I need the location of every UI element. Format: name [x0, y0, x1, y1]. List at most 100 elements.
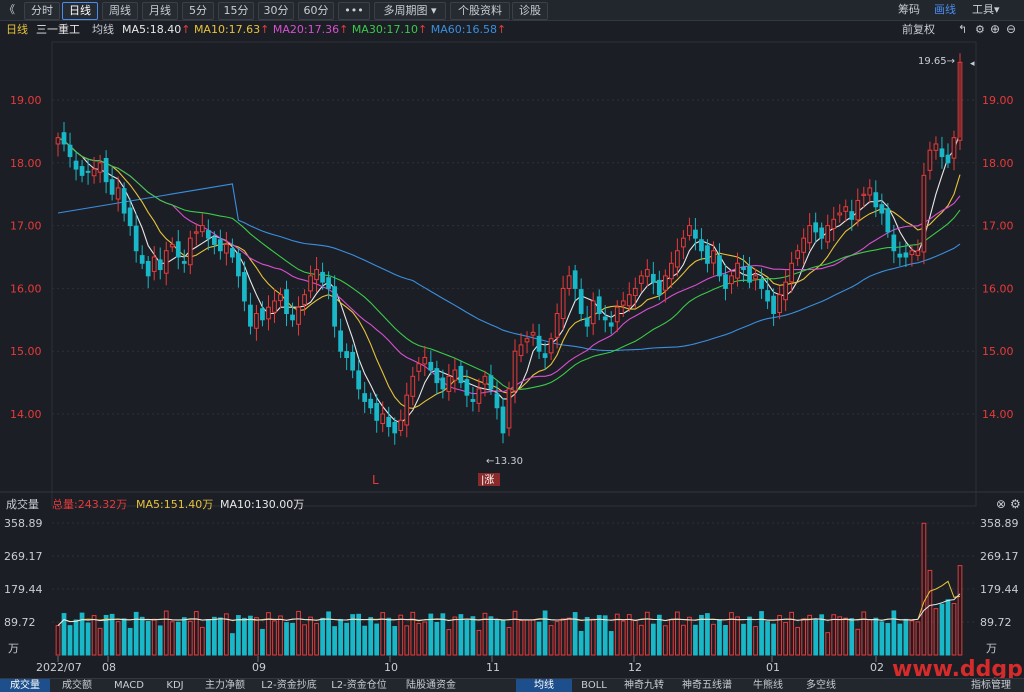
- volume-tick-label: 89.72: [4, 616, 36, 629]
- volume-bar: [97, 627, 103, 656]
- candle-body: [272, 300, 277, 313]
- tools-dropdown[interactable]: 工具▾: [972, 2, 1012, 18]
- volume-bar: [951, 603, 957, 656]
- candle-body: [650, 273, 656, 283]
- candle-body: [795, 250, 801, 259]
- tab-30min[interactable]: 30分: [258, 2, 294, 20]
- ma-toggle[interactable]: 均线: [92, 22, 114, 36]
- volume-bar: [67, 625, 73, 656]
- x-tick-label: 08: [102, 661, 116, 674]
- indicator-tab[interactable]: KDJ: [154, 679, 196, 692]
- stock-info-button[interactable]: 个股资料: [450, 2, 510, 20]
- candle-body: [656, 279, 662, 296]
- volume-bar: [115, 621, 121, 656]
- zoom-out-icon[interactable]: ⊖: [1006, 22, 1016, 36]
- volume-bar: [861, 611, 867, 656]
- candle-body: [500, 406, 506, 434]
- volume-bar: [542, 610, 548, 656]
- chip-button[interactable]: 筹码: [898, 2, 928, 18]
- indicator-tab[interactable]: 主力净额: [196, 679, 254, 692]
- indicator-tab[interactable]: 陆股通资金: [394, 679, 468, 692]
- up-arrow-icon: ↑: [339, 23, 352, 36]
- indicator-tab[interactable]: L2-资金抄底: [254, 679, 324, 692]
- more-button[interactable]: •••: [338, 2, 370, 20]
- ma5-line: [57, 132, 961, 424]
- draw-line-button[interactable]: 画线: [934, 2, 964, 18]
- candle-body: [356, 370, 362, 390]
- volume-total: 总量:243.32万: [52, 497, 127, 511]
- ma-label-4: MA60:16.58: [431, 23, 497, 36]
- diagnose-button[interactable]: 诊股: [512, 2, 548, 20]
- candle-body: [224, 243, 229, 254]
- volume-bar: [656, 614, 662, 656]
- volume-bar: [55, 625, 61, 656]
- indicator-tab[interactable]: BOLL: [572, 679, 616, 692]
- candle-body: [302, 294, 307, 305]
- ma-lines: [57, 132, 961, 424]
- candle-body: [668, 262, 674, 280]
- candle-body: [139, 255, 145, 264]
- candle-body: [464, 379, 470, 396]
- kline-chart[interactable]: 日线 三一重工 均线 MA5:18.40↑ MA10:17.63↑ MA20:1…: [0, 20, 1024, 678]
- tab-15min[interactable]: 15分: [218, 2, 254, 20]
- volume-bar: [939, 603, 945, 656]
- price-axis-left: 19.00 18.00 17.00 16.00 15.00 14.00: [10, 94, 42, 421]
- multi-period-dropdown[interactable]: 多周期图 ▾: [374, 2, 446, 20]
- tab-fenshi[interactable]: 分时: [24, 2, 60, 20]
- volume-bar: [638, 624, 644, 656]
- tab-zhouxian[interactable]: 周线: [102, 2, 138, 20]
- volume-bar: [506, 626, 512, 656]
- indicator-tab[interactable]: 神奇五线谱: [672, 679, 742, 692]
- candle-body: [314, 269, 319, 281]
- candle-body: [837, 212, 843, 216]
- indicator-tab[interactable]: 牛熊线: [742, 679, 794, 692]
- volume-bar: [187, 620, 193, 656]
- adjust-selector[interactable]: 前复权: [902, 22, 935, 36]
- settings-icon[interactable]: ⚙: [1010, 497, 1021, 511]
- candle-body: [747, 265, 752, 283]
- tab-5min[interactable]: 5分: [182, 2, 214, 20]
- candle-body: [248, 304, 253, 327]
- zoom-in-icon[interactable]: ⊕: [990, 22, 1000, 36]
- close-volume-icon[interactable]: ⊗: [996, 497, 1006, 511]
- indicator-tab[interactable]: 成交量: [0, 679, 50, 692]
- back-icon[interactable]: 《: [4, 2, 16, 18]
- volume-bar: [741, 623, 746, 656]
- candle-body: [488, 375, 494, 390]
- indicator-tab[interactable]: 均线: [516, 679, 572, 692]
- candle-body: [945, 154, 951, 164]
- indicator-tab[interactable]: 多空线: [794, 679, 848, 692]
- indicator-manage-button[interactable]: 指标管理: [960, 679, 1022, 692]
- volume-bar: [121, 618, 127, 656]
- volume-bar: [693, 624, 698, 656]
- volume-bar: [470, 616, 476, 656]
- candle-body: [735, 262, 740, 279]
- indicator-tab[interactable]: 成交额: [50, 679, 104, 692]
- tab-60min[interactable]: 60分: [298, 2, 334, 20]
- tab-rixian[interactable]: 日线: [62, 2, 98, 20]
- tab-yuexian[interactable]: 月线: [142, 2, 178, 20]
- indicator-tab[interactable]: 神奇九转: [616, 679, 672, 692]
- candle-body: [596, 296, 602, 315]
- volume-bar: [518, 620, 524, 656]
- volume-bar: [759, 611, 764, 656]
- settings-icon[interactable]: ⚙: [975, 23, 985, 36]
- return-icon[interactable]: ↰: [958, 23, 967, 36]
- volume-bar: [109, 613, 115, 656]
- period-label: 日线: [6, 22, 28, 36]
- candle-body: [626, 294, 632, 307]
- indicator-tab[interactable]: L2-资金仓位: [324, 679, 394, 692]
- volume-bar: [560, 618, 566, 656]
- toolbar: 《 分时 日线 周线 月线 5分 15分 30分 60分 ••• 多周期图 ▾ …: [0, 0, 1024, 21]
- indicator-tab[interactable]: MACD: [104, 679, 154, 692]
- candle-body: [145, 260, 151, 277]
- candle-body: [350, 351, 356, 371]
- candle-body: [428, 361, 434, 371]
- chevron-down-icon: ▾: [430, 4, 437, 17]
- candle-body: [699, 239, 704, 252]
- candle-body: [410, 375, 416, 397]
- candle-body: [181, 261, 187, 264]
- candle-body: [205, 230, 211, 239]
- candle-body: [921, 174, 927, 253]
- candle-body: [662, 275, 668, 291]
